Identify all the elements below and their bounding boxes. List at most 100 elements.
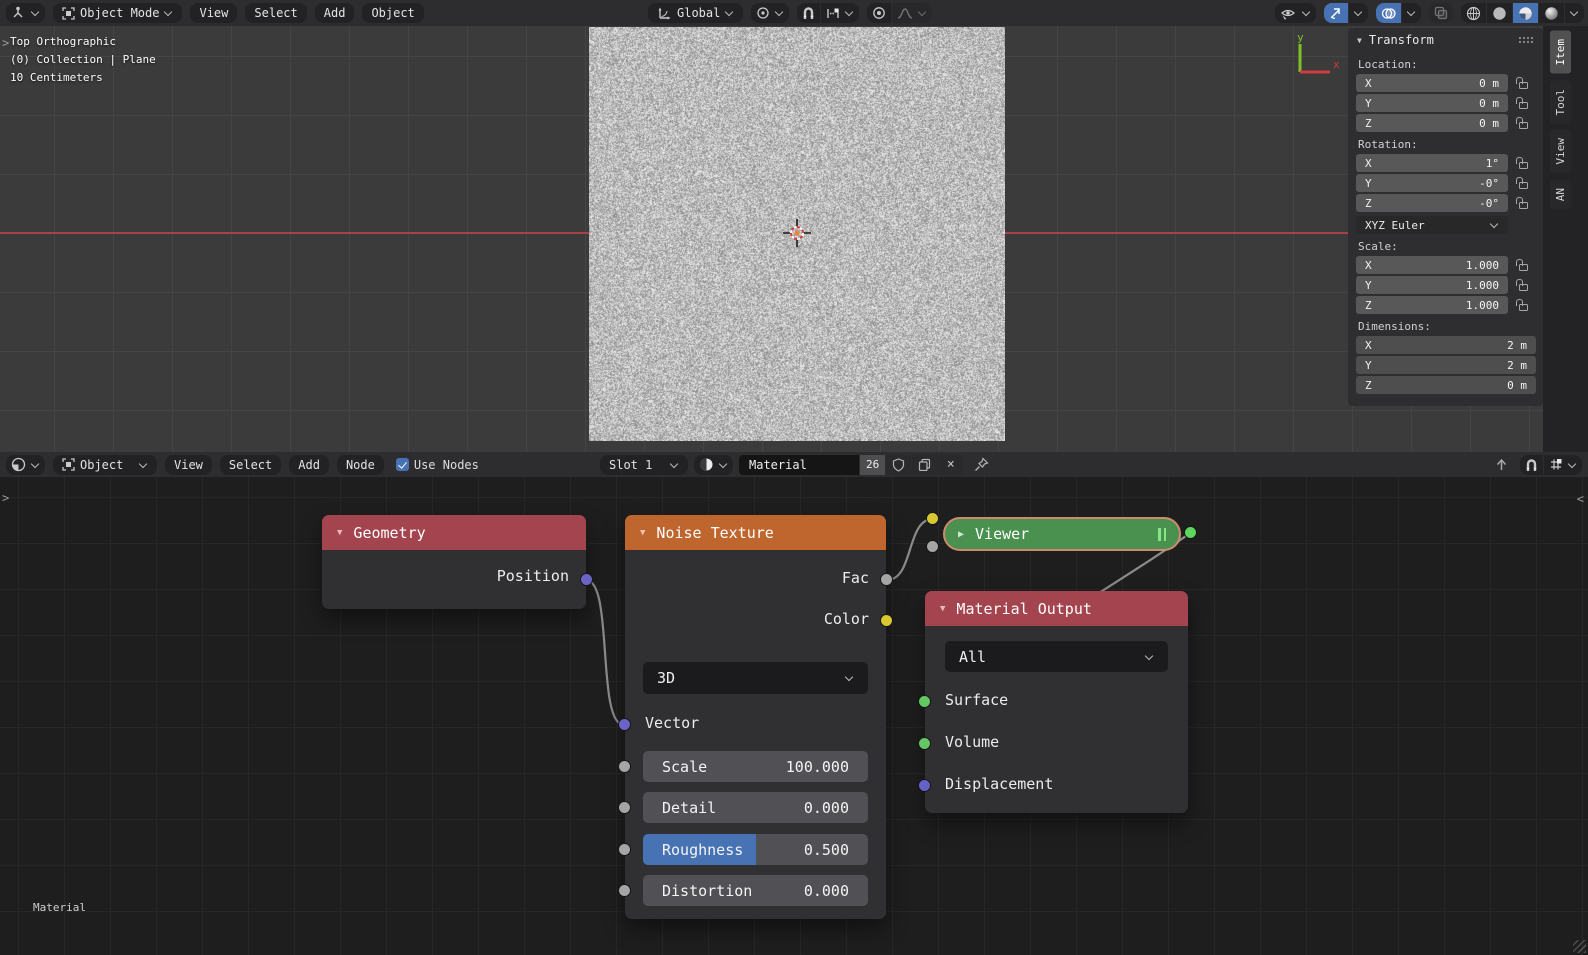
editor-corner-grip[interactable] bbox=[1573, 940, 1586, 953]
dimensions-y-field[interactable]: Y2 m bbox=[1356, 356, 1536, 374]
rotation-mode-dropdown[interactable]: XYZ Euler bbox=[1356, 216, 1508, 234]
dimensions-x-field[interactable]: X2 m bbox=[1356, 336, 1536, 354]
shading-wireframe-button[interactable] bbox=[1461, 3, 1486, 23]
lock-icon[interactable] bbox=[1516, 177, 1528, 189]
collapse-icon[interactable]: ▼ bbox=[337, 528, 342, 538]
socket-scale-input[interactable] bbox=[618, 760, 631, 773]
menu-view[interactable]: View bbox=[190, 3, 237, 23]
scale-x-field[interactable]: X1.000 bbox=[1356, 256, 1508, 274]
socket-distortion-input[interactable] bbox=[618, 884, 631, 897]
node-viewer[interactable]: ▶ Viewer bbox=[943, 517, 1181, 551]
location-y-field[interactable]: Y0 m bbox=[1356, 94, 1508, 112]
use-nodes-toggle[interactable]: Use Nodes bbox=[396, 458, 479, 472]
overlays-dropdown[interactable] bbox=[1402, 3, 1421, 23]
menu-add[interactable]: Add bbox=[315, 3, 355, 23]
rotation-z-field[interactable]: Z-0° bbox=[1356, 194, 1508, 212]
node-editor-canvas[interactable]: ▼ Geometry Position ▼ Noise Texture Fac … bbox=[0, 477, 1588, 955]
socket-position-output[interactable] bbox=[580, 573, 593, 586]
lock-icon[interactable] bbox=[1516, 157, 1528, 169]
socket-fac-output[interactable] bbox=[880, 573, 893, 586]
tab-tool[interactable]: Tool bbox=[1550, 81, 1571, 124]
node-noise-texture[interactable]: ▼ Noise Texture Fac Color 3D Vector Scal… bbox=[625, 515, 886, 919]
material-slot-dropdown[interactable]: Slot 1 bbox=[600, 455, 688, 475]
collapse-icon[interactable]: ▼ bbox=[940, 604, 945, 614]
location-x-field[interactable]: X0 m bbox=[1356, 74, 1508, 92]
editor-type-button[interactable] bbox=[6, 3, 45, 23]
material-name-field[interactable]: Material bbox=[739, 455, 859, 475]
viewport-canvas[interactable]: Top Orthographic (0) Collection | Plane … bbox=[0, 26, 1588, 452]
lock-icon[interactable] bbox=[1516, 299, 1528, 311]
rotation-x-field[interactable]: X1° bbox=[1356, 154, 1508, 172]
snap-target-dropdown[interactable] bbox=[821, 3, 859, 23]
collapse-icon[interactable]: ▼ bbox=[640, 528, 645, 538]
socket-surface-input[interactable] bbox=[918, 695, 931, 708]
toolbar-expand-arrow[interactable]: > bbox=[2, 493, 9, 503]
noise-scale-field[interactable]: Scale100.000 bbox=[643, 751, 868, 782]
shading-dropdown[interactable] bbox=[1565, 3, 1584, 23]
noise-detail-field[interactable]: Detail0.000 bbox=[643, 792, 868, 823]
checkbox-checked-icon[interactable] bbox=[396, 458, 409, 471]
menu-object[interactable]: Object bbox=[362, 3, 423, 23]
xray-toggle[interactable] bbox=[1429, 3, 1453, 23]
socket-detail-input[interactable] bbox=[618, 801, 631, 814]
material-users-count[interactable]: 26 bbox=[860, 455, 885, 475]
lock-icon[interactable] bbox=[1516, 197, 1528, 209]
menu-view[interactable]: View bbox=[165, 455, 212, 475]
scale-z-field[interactable]: Z1.000 bbox=[1356, 296, 1508, 314]
gizmo-dropdown[interactable] bbox=[1349, 3, 1368, 23]
snap-toggle-button[interactable] bbox=[1520, 455, 1543, 475]
lock-icon[interactable] bbox=[1516, 279, 1528, 291]
fake-user-button[interactable] bbox=[886, 455, 911, 475]
shader-type-dropdown[interactable]: Object bbox=[53, 455, 157, 475]
mode-dropdown[interactable]: Object Mode bbox=[53, 3, 182, 23]
noise-roughness-slider[interactable]: Roughness0.500 bbox=[643, 834, 868, 865]
node-material-output-header[interactable]: ▼ Material Output bbox=[925, 591, 1188, 626]
socket-volume-input[interactable] bbox=[918, 737, 931, 750]
expand-icon[interactable]: ▶ bbox=[958, 529, 964, 540]
shading-rendered-button[interactable] bbox=[1539, 3, 1564, 23]
lock-icon[interactable] bbox=[1516, 259, 1528, 271]
snap-target-dropdown[interactable] bbox=[1544, 455, 1582, 475]
menu-add[interactable]: Add bbox=[289, 455, 329, 475]
show-gizmo-toggle[interactable] bbox=[1324, 3, 1348, 23]
socket-viewer-output[interactable] bbox=[1184, 526, 1197, 539]
noise-dimensions-dropdown[interactable]: 3D bbox=[643, 662, 868, 694]
socket-displacement-input[interactable] bbox=[918, 779, 931, 792]
node-geometry-header[interactable]: ▼ Geometry bbox=[322, 515, 586, 550]
scale-y-field[interactable]: Y1.000 bbox=[1356, 276, 1508, 294]
unlink-material-button[interactable]: × bbox=[938, 455, 963, 475]
location-z-field[interactable]: Z0 m bbox=[1356, 114, 1508, 132]
tab-an[interactable]: AN bbox=[1550, 180, 1571, 209]
socket-color-output[interactable] bbox=[880, 614, 893, 627]
noise-distortion-field[interactable]: Distortion0.000 bbox=[643, 875, 868, 906]
panel-grip-icon[interactable] bbox=[1518, 36, 1534, 44]
proportional-falloff-dropdown[interactable] bbox=[892, 3, 932, 23]
tab-view[interactable]: View bbox=[1550, 130, 1571, 173]
menu-select[interactable]: Select bbox=[245, 3, 306, 23]
lock-icon[interactable] bbox=[1516, 77, 1528, 89]
editor-type-button[interactable] bbox=[6, 455, 45, 475]
show-overlays-toggle[interactable] bbox=[1376, 3, 1401, 23]
panel-header[interactable]: ▼ Transform bbox=[1348, 28, 1543, 52]
shading-solid-button[interactable] bbox=[1487, 3, 1512, 23]
go-to-parent-node-tree-button[interactable] bbox=[1489, 455, 1514, 475]
dimensions-z-field[interactable]: Z0 m bbox=[1356, 376, 1536, 394]
socket-viewer-value-input[interactable] bbox=[926, 540, 939, 553]
lock-icon[interactable] bbox=[1516, 117, 1528, 129]
menu-select[interactable]: Select bbox=[220, 455, 281, 475]
pin-button[interactable] bbox=[969, 455, 994, 475]
menu-node[interactable]: Node bbox=[337, 455, 384, 475]
lock-icon[interactable] bbox=[1516, 97, 1528, 109]
browse-material-button[interactable] bbox=[694, 455, 733, 475]
node-material-output[interactable]: ▼ Material Output All Surface Volume Dis… bbox=[925, 591, 1188, 813]
toolbar-expand-arrow[interactable]: > bbox=[2, 38, 9, 48]
object-visibility-dropdown[interactable] bbox=[1275, 3, 1316, 23]
socket-viewer-color-input[interactable] bbox=[926, 512, 939, 525]
transform-orientation-dropdown[interactable]: Global bbox=[648, 3, 743, 23]
rotation-y-field[interactable]: Y-0° bbox=[1356, 174, 1508, 192]
output-target-dropdown[interactable]: All bbox=[945, 641, 1168, 672]
tab-item[interactable]: Item bbox=[1550, 31, 1571, 74]
snap-toggle-button[interactable] bbox=[797, 3, 820, 23]
axis-mini-gizmo[interactable]: y x bbox=[1286, 32, 1340, 84]
pivot-point-dropdown[interactable] bbox=[751, 3, 789, 23]
